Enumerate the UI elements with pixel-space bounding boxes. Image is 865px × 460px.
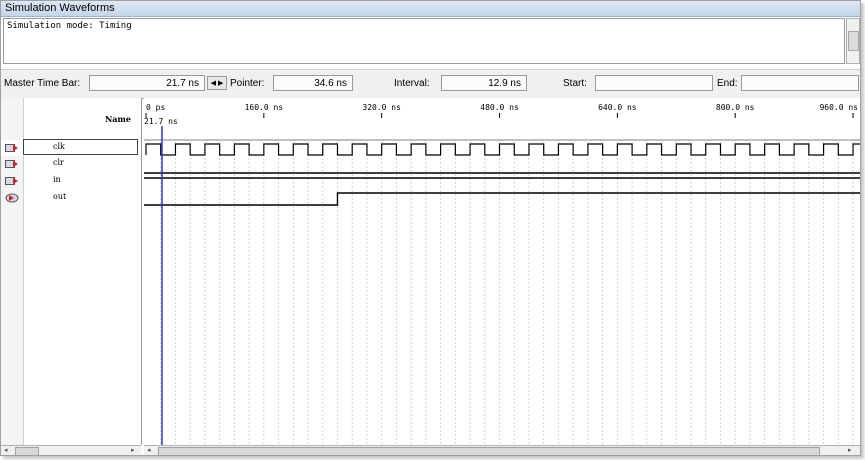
scroll-right-arrow-icon[interactable]: ▸ xyxy=(848,446,852,454)
title-bar: Simulation Waveforms xyxy=(1,1,860,17)
interval-label: Interval: xyxy=(394,78,430,89)
scroll-left-arrow-icon[interactable]: ◂ xyxy=(147,446,151,454)
start-label: Start: xyxy=(563,78,587,89)
pointer-field[interactable]: 34.6 ns xyxy=(273,75,353,91)
waveform-clk[interactable] xyxy=(145,143,860,156)
pointer-label: Pointer: xyxy=(230,78,265,89)
name-panel-hscrollbar[interactable]: ◂ ▸ xyxy=(1,445,141,455)
end-field[interactable] xyxy=(741,75,859,91)
signal-name: in xyxy=(53,175,61,184)
time-tick-label: 480.0 ns xyxy=(480,103,519,112)
time-bar-toolbar: Master Time Bar: 21.7 ns ◀ ▶ Pointer: 34… xyxy=(1,69,860,99)
input-pin-icon xyxy=(5,160,18,168)
name-column-header[interactable]: Name xyxy=(23,98,141,141)
input-pin-icon xyxy=(5,144,18,152)
waveform-display[interactable]: 0 ps 160.0 ns 320.0 ns 480.0 ns 640.0 ns 800.… xyxy=(144,98,860,445)
waveform-canvas[interactable]: 0 ps 160.0 ns 320.0 ns 480.0 ns 640.0 ns 800.… xyxy=(144,98,860,445)
signal-name: clr xyxy=(53,158,64,167)
waveform-out[interactable] xyxy=(144,192,860,206)
start-field[interactable] xyxy=(595,75,713,91)
output-pin-icon xyxy=(5,193,19,203)
waveform-hscrollbar[interactable]: ◂ ▸ xyxy=(144,445,860,455)
simulation-waveforms-window: Simulation Waveforms Simulation mode: Ti… xyxy=(0,0,861,456)
selected-signal-outline xyxy=(23,139,138,155)
time-grid xyxy=(160,142,854,445)
time-tick-label: 320.0 ns xyxy=(362,103,401,112)
signal-name-panel: Name clk clr in out xyxy=(1,98,142,445)
time-tick-label: 800.0 ns xyxy=(716,103,755,112)
master-time-bar-label-text: 21.7 ns xyxy=(144,117,178,126)
time-tick-label: 640.0 ns xyxy=(598,103,637,112)
signal-row-clr[interactable]: clr xyxy=(1,156,141,172)
description-scrollbar[interactable] xyxy=(846,18,860,64)
scroll-right-arrow-icon[interactable]: ▸ xyxy=(131,446,135,454)
waveform-scroll-thumb[interactable] xyxy=(158,447,820,455)
end-label: End: xyxy=(717,78,738,89)
simulation-mode-text: Simulation mode: Timing xyxy=(7,21,132,31)
window-title: Simulation Waveforms xyxy=(5,2,115,14)
description-scroll-thumb[interactable] xyxy=(848,31,859,51)
scroll-left-arrow-icon[interactable]: ◂ xyxy=(4,446,8,454)
signal-name: out xyxy=(53,192,67,201)
interval-field[interactable]: 12.9 ns xyxy=(441,75,527,91)
master-time-bar-nav-arrows[interactable]: ◀ ▶ xyxy=(207,76,227,90)
time-ruler: 0 ps 160.0 ns 320.0 ns 480.0 ns 640.0 ns 800.… xyxy=(145,103,858,118)
signal-row-in[interactable]: in xyxy=(1,173,141,189)
input-pin-icon xyxy=(5,177,18,185)
time-tick-label: 960.0 ns xyxy=(819,103,858,112)
name-panel-scroll-thumb[interactable] xyxy=(15,447,39,455)
time-tick-label: 160.0 ns xyxy=(245,103,284,112)
signal-row-out[interactable]: out xyxy=(1,190,141,206)
master-time-bar-label: Master Time Bar: xyxy=(4,78,81,89)
master-time-bar-field[interactable]: 21.7 ns xyxy=(89,75,205,91)
name-header-label: Name xyxy=(104,114,131,124)
simulation-description-box[interactable]: Simulation mode: Timing xyxy=(3,18,845,64)
time-tick-label: 0 ps xyxy=(146,103,165,112)
